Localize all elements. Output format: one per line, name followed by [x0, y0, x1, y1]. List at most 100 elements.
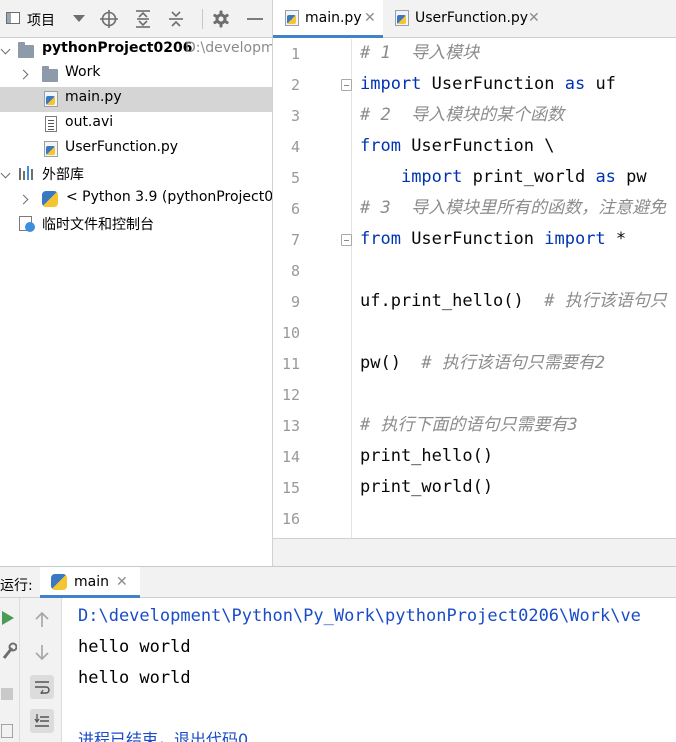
- tree-item-label: 外部库: [42, 167, 84, 183]
- tab-run-main[interactable]: main ✕: [40, 567, 140, 598]
- console-output-line: hello world: [78, 668, 191, 688]
- tree-item-label: UserFunction.py: [65, 139, 179, 155]
- tree-item-main-py[interactable]: main.py: [0, 87, 272, 112]
- expand-all-icon[interactable]: [133, 9, 153, 29]
- line-number: 9: [290, 293, 300, 311]
- line-number: 13: [281, 417, 300, 435]
- line-number: 4: [290, 138, 300, 156]
- code-line: import UserFunction as uf: [360, 74, 616, 94]
- minimize-icon[interactable]: [245, 9, 265, 29]
- chevron-right-icon[interactable]: [18, 69, 28, 79]
- line-number: 15: [281, 479, 300, 497]
- line-number: 12: [281, 386, 300, 404]
- tree-item-work[interactable]: Work: [0, 62, 272, 87]
- code-line: print_world(): [360, 477, 494, 497]
- console-command-line: D:\development\Python\Py_Work\pythonProj…: [78, 606, 641, 626]
- code-line: import print_world as pw: [400, 167, 647, 187]
- project-tree: pythonProject0206 D:\developm Work main.…: [0, 38, 272, 566]
- tab-userfunction-py[interactable]: UserFunction.py ✕: [383, 0, 543, 38]
- stop-icon[interactable]: [1, 688, 13, 700]
- line-number: 7: [290, 231, 300, 249]
- editor-gutter: 1 2 3 4 5 6 7 8 9 10 11 12 13 14 15 16: [273, 39, 352, 538]
- line-number: 10: [281, 324, 300, 342]
- tree-item-project-root[interactable]: pythonProject0206 D:\developm: [0, 38, 272, 63]
- line-number: 3: [290, 107, 300, 125]
- console-exit-message: 进程已结束，退出代码0: [78, 730, 249, 742]
- line-number: 5: [290, 169, 300, 187]
- python-icon: [51, 574, 67, 590]
- fold-marker-icon[interactable]: [341, 234, 352, 246]
- tree-item-label: 临时文件和控制台: [42, 217, 154, 233]
- tab-label: main.py: [305, 10, 362, 26]
- chevron-down-icon[interactable]: [0, 46, 10, 56]
- header-separator: [202, 9, 203, 29]
- scratch-icon: [19, 216, 35, 232]
- python-icon: [42, 191, 58, 207]
- chevron-right-icon[interactable]: [18, 194, 28, 204]
- arrow-down-icon[interactable]: [34, 645, 50, 661]
- code-line: uf.print_hello() # 执行该语句只: [360, 291, 667, 311]
- editor-horizontal-scrollbar[interactable]: [273, 538, 676, 566]
- tree-item-scratches[interactable]: 临时文件和控制台: [0, 212, 272, 237]
- tree-item-label: main.py: [65, 89, 122, 105]
- collapse-all-icon[interactable]: [166, 9, 186, 29]
- run-tab-label: main: [74, 574, 109, 590]
- run-panel-header: 运行: main ✕: [0, 566, 676, 598]
- line-number: 6: [290, 200, 300, 218]
- code-line: from UserFunction import *: [360, 229, 627, 249]
- code-line: # 执行下面的语句只需要有3: [360, 415, 578, 435]
- chevron-down-icon[interactable]: [69, 9, 89, 29]
- python-file-icon: [44, 91, 60, 107]
- run-toolbar-right: [20, 598, 62, 742]
- project-panel-title[interactable]: 项目: [27, 10, 55, 30]
- python-file-icon: [395, 10, 409, 26]
- tree-item-userfunction-py[interactable]: UserFunction.py: [0, 137, 272, 162]
- run-toolbar-left: [0, 598, 20, 742]
- folder-icon: [18, 42, 34, 59]
- text-file-icon: [45, 116, 61, 132]
- tree-item-external-libraries[interactable]: 外部库: [0, 162, 272, 187]
- code-line: # 1 导入模块: [360, 43, 480, 63]
- code-line: print_hello(): [360, 446, 494, 466]
- console-output-line: hello world: [78, 637, 191, 657]
- folder-icon: [42, 66, 58, 83]
- fold-marker-icon[interactable]: [341, 79, 352, 91]
- close-icon[interactable]: ✕: [116, 574, 128, 590]
- tree-item-label: pythonProject0206: [42, 40, 193, 56]
- tab-main-py[interactable]: main.py ✕: [273, 0, 383, 38]
- library-icon: [19, 166, 35, 182]
- close-icon[interactable]: ✕: [364, 10, 376, 26]
- tree-item-python-sdk[interactable]: < Python 3.9 (pythonProject0206: [0, 187, 272, 212]
- layout-icon[interactable]: [1, 724, 13, 738]
- gear-icon[interactable]: [211, 9, 231, 29]
- code-line: # 3 导入模块里所有的函数，注意避免: [360, 198, 667, 218]
- tree-item-label: Work: [65, 64, 101, 80]
- line-number: 8: [290, 262, 300, 280]
- line-number: 2: [290, 76, 300, 94]
- arrow-up-icon[interactable]: [34, 611, 50, 627]
- code-line: # 2 导入模块的某个函数: [360, 105, 565, 125]
- tree-item-label: out.avi: [65, 114, 114, 130]
- tree-item-path: D:\developm: [185, 40, 272, 56]
- run-console[interactable]: D:\development\Python\Py_Work\pythonProj…: [63, 598, 676, 742]
- tree-item-out-avi[interactable]: out.avi: [0, 112, 272, 137]
- wrench-icon[interactable]: [1, 642, 17, 660]
- tree-item-label: < Python 3.9 (pythonProject0206: [66, 189, 272, 205]
- code-line: from UserFunction \: [360, 136, 555, 156]
- soft-wrap-icon[interactable]: [30, 675, 54, 699]
- rerun-icon[interactable]: [1, 610, 15, 626]
- line-number: 11: [281, 355, 300, 373]
- python-file-icon: [44, 141, 60, 157]
- close-icon[interactable]: ✕: [528, 10, 540, 26]
- python-file-icon: [285, 10, 299, 26]
- line-number: 16: [281, 510, 300, 528]
- line-number: 14: [281, 448, 300, 466]
- code-editor[interactable]: # 1 导入模块 import UserFunction as uf # 2 导…: [353, 39, 676, 538]
- scroll-to-end-icon[interactable]: [30, 709, 54, 733]
- tab-label: UserFunction.py: [415, 10, 529, 26]
- run-panel-title: 运行:: [0, 578, 33, 594]
- chevron-down-icon[interactable]: [0, 170, 10, 180]
- code-line: pw() # 执行该语句只需要有2: [360, 353, 606, 373]
- project-panel-header: 项目: [0, 0, 272, 38]
- crosshair-icon[interactable]: [99, 9, 119, 29]
